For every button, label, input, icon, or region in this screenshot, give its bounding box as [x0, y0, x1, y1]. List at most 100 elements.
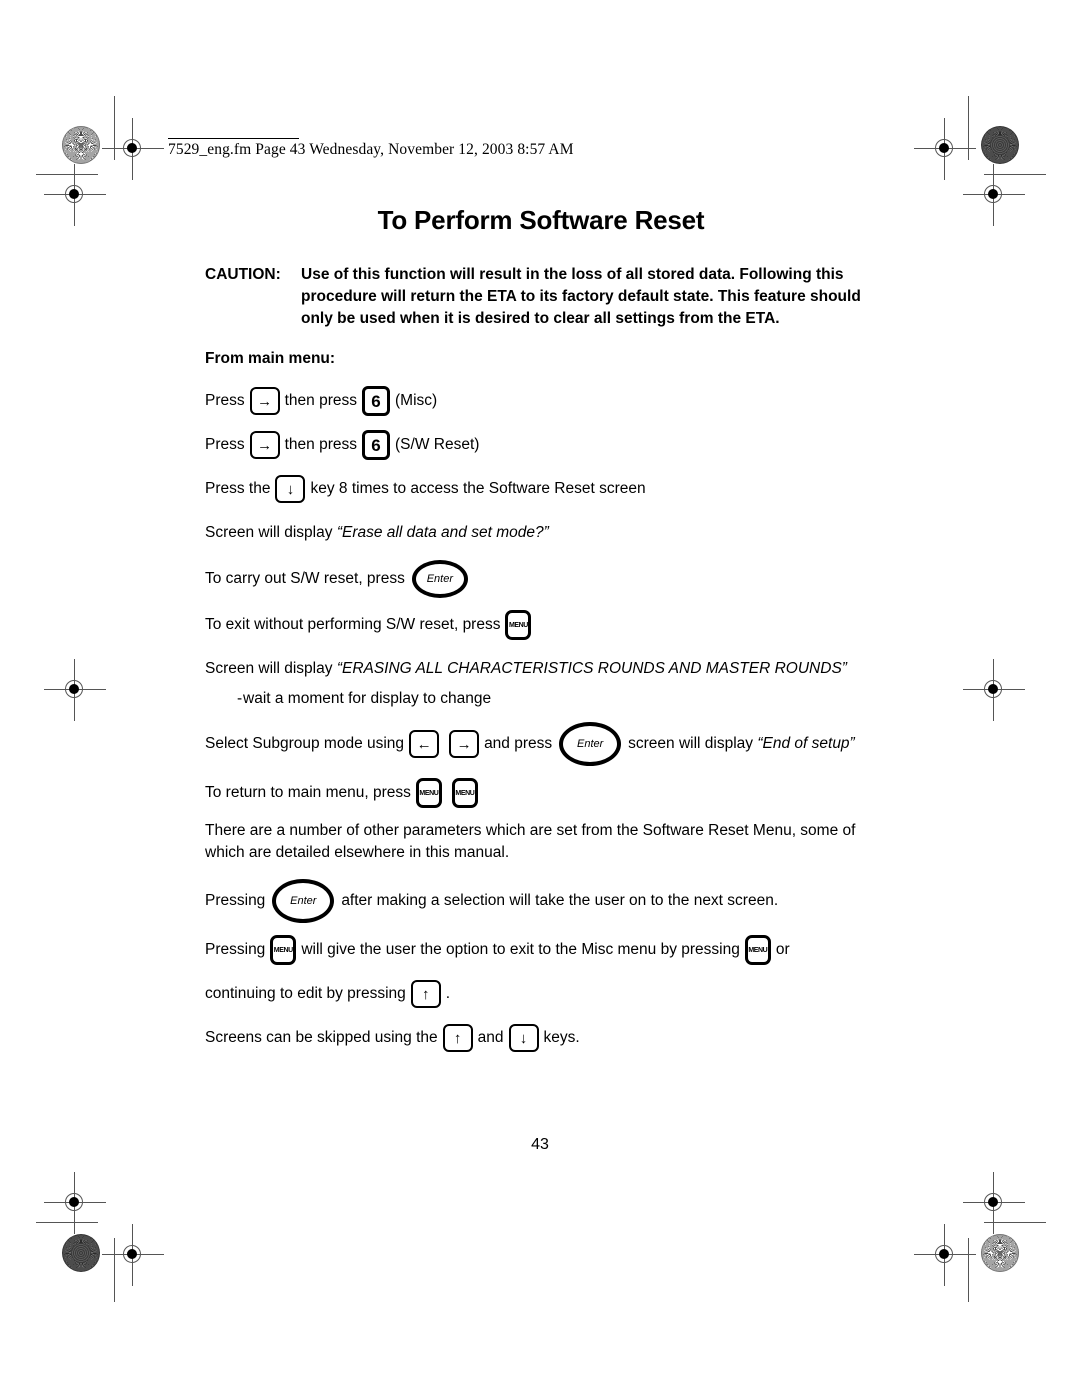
note2-suffix: after making a selection will take the u…	[341, 891, 779, 909]
color-registration-patch-top-left	[62, 126, 100, 164]
step3-prefix: Press the	[205, 479, 271, 497]
note5-prefix: Screens can be skipped using the	[205, 1028, 438, 1046]
registration-dot	[988, 684, 998, 694]
registration-mark-lower-left-edge	[44, 1172, 106, 1234]
right-arrow-key-icon[interactable]: →	[449, 730, 480, 758]
step3-suffix: key 8 times to access the Software Reset…	[310, 479, 646, 497]
step-press-right-six-misc: Press → then press 6 (Misc)	[205, 384, 877, 418]
enter-key-icon[interactable]: Enter	[559, 722, 622, 766]
caution-label: CAUTION:	[205, 266, 281, 283]
trim-line-bottom-right-vertical	[968, 1238, 969, 1302]
step-wait-for-display: - wait a moment for display to change	[205, 690, 877, 708]
note5-suffix: keys.	[543, 1028, 580, 1046]
down-arrow-key-icon[interactable]: ↓	[508, 1024, 539, 1053]
trim-line-bottom-left-vertical	[114, 1238, 115, 1302]
registration-dot	[127, 143, 137, 153]
page-number: 43	[531, 1136, 549, 1153]
trim-line-top-right-vertical	[968, 96, 969, 160]
step1-press-label: Press	[205, 391, 245, 409]
step6-prefix: To exit without performing S/W reset, pr…	[205, 615, 501, 633]
bullet-dash: -	[237, 690, 243, 707]
step2-note: (S/W Reset)	[395, 435, 480, 453]
registration-dot	[69, 684, 79, 694]
registration-mark-mid-left	[44, 659, 106, 721]
step10-prefix: To return to main menu, press	[205, 783, 411, 801]
section-subheading: From main menu:	[205, 350, 336, 367]
up-arrow-key-icon[interactable]: ↑	[410, 980, 441, 1009]
step7-prefix: Screen will display	[205, 659, 337, 677]
note3-suffix: or	[775, 940, 790, 958]
note5-middle: and	[477, 1028, 504, 1046]
trim-line-upper-left-horizontal	[36, 174, 98, 175]
six-key-icon[interactable]: 6	[362, 386, 391, 416]
step9-middle: and press	[484, 734, 553, 752]
right-arrow-key-icon[interactable]: →	[249, 431, 280, 459]
trim-line-top-left-vertical	[114, 96, 115, 160]
registration-dot	[69, 189, 79, 199]
trim-line-lower-right-horizontal	[984, 1222, 1046, 1223]
step8-text: wait a moment for display to change	[243, 690, 492, 707]
enter-key-icon[interactable]: Enter	[411, 560, 468, 598]
registration-mark-upper-left-edge	[44, 164, 106, 226]
page-title: To Perform Software Reset	[377, 205, 705, 235]
header-file-line: 7529_eng.fm Page 43 Wednesday, November …	[168, 141, 574, 158]
step-return-to-main-menu: To return to main menu, press MENU MENU	[205, 776, 877, 810]
down-arrow-key-icon[interactable]: ↓	[275, 475, 306, 503]
registration-mark-upper-right-edge	[963, 164, 1025, 226]
caution-block: CAUTION: Use of this function will resul…	[205, 264, 877, 330]
registration-mark-mid-right	[963, 659, 1025, 721]
note-pressing-enter: Pressing Enter after making a selection …	[205, 879, 877, 924]
step-press-right-six-swreset: Press → then press 6 (S/W Reset)	[205, 428, 877, 462]
registration-dot	[69, 1197, 79, 1207]
note3-middle: will give the user the option to exit to…	[301, 940, 740, 958]
registration-dot	[939, 1249, 949, 1259]
caution-text: Use of this function will result in the …	[301, 266, 861, 327]
step5-prefix: To carry out S/W reset, press	[205, 569, 405, 587]
note2-prefix: Pressing	[205, 891, 266, 909]
left-arrow-key-icon[interactable]: ←	[409, 730, 440, 758]
step2-then-label: then press	[284, 435, 358, 453]
note4-suffix: .	[445, 984, 451, 1002]
note-continue-editing: continuing to edit by pressing ↑ .	[205, 977, 877, 1011]
trim-line-lower-left-horizontal	[36, 1222, 98, 1223]
registration-mark-bottom-left	[102, 1224, 164, 1286]
registration-dot	[988, 1197, 998, 1207]
step-screen-displays-erasing: Screen will display “ERASING ALL CHARACT…	[205, 652, 877, 686]
six-key-icon[interactable]: 6	[362, 430, 391, 460]
page-content: To Perform Software Reset CAUTION: Use o…	[205, 205, 877, 1065]
header-rule	[168, 138, 299, 139]
step-select-subgroup-mode: Select Subgroup mode using ← → and press…	[205, 722, 877, 766]
right-arrow-key-icon[interactable]: →	[249, 387, 280, 415]
step4-screen-quote: “Erase all data and set mode?”	[336, 523, 549, 541]
registration-dot	[939, 143, 949, 153]
step2-press-label: Press	[205, 435, 245, 453]
note4-prefix: continuing to edit by pressing	[205, 984, 406, 1002]
step-screen-displays-erase-prompt: Screen will display “Erase all data and …	[205, 516, 877, 550]
step7-screen-quote: “ERASING ALL CHARACTERISTICS ROUNDS AND …	[336, 659, 847, 677]
registration-mark-bottom-right	[914, 1224, 976, 1286]
note-pressing-menu: Pressing MENU will give the user the opt…	[205, 933, 877, 967]
registration-mark-top-left	[102, 118, 164, 180]
step4-prefix: Screen will display	[205, 523, 337, 541]
menu-key-icon[interactable]: MENU	[505, 610, 532, 640]
menu-key-icon[interactable]: MENU	[744, 935, 771, 966]
step1-then-label: then press	[284, 391, 358, 409]
registration-mark-top-right	[914, 118, 976, 180]
up-arrow-key-icon[interactable]: ↑	[442, 1024, 473, 1053]
color-registration-patch-bottom-right	[981, 1234, 1019, 1272]
step-carry-out-reset: To carry out S/W reset, press Enter	[205, 560, 877, 598]
note-skip-screens: Screens can be skipped using the ↑ and ↓…	[205, 1021, 877, 1055]
step9-prefix: Select Subgroup mode using	[205, 734, 405, 752]
enter-key-icon[interactable]: Enter	[272, 879, 335, 924]
note-other-parameters: There are a number of other parameters w…	[205, 822, 856, 861]
step9-screen-quote: “End of setup”	[757, 734, 855, 752]
manual-page: 7529_eng.fm Page 43 Wednesday, November …	[0, 0, 1080, 1397]
menu-key-icon[interactable]: MENU	[451, 778, 478, 808]
registration-dot	[127, 1249, 137, 1259]
menu-key-icon[interactable]: MENU	[415, 778, 442, 808]
color-registration-patch-top-right	[981, 126, 1019, 164]
step1-note: (Misc)	[395, 391, 438, 409]
note3-prefix: Pressing	[205, 940, 266, 958]
step-press-down-eight-times: Press the ↓ key 8 times to access the So…	[205, 472, 877, 506]
menu-key-icon[interactable]: MENU	[270, 935, 297, 966]
